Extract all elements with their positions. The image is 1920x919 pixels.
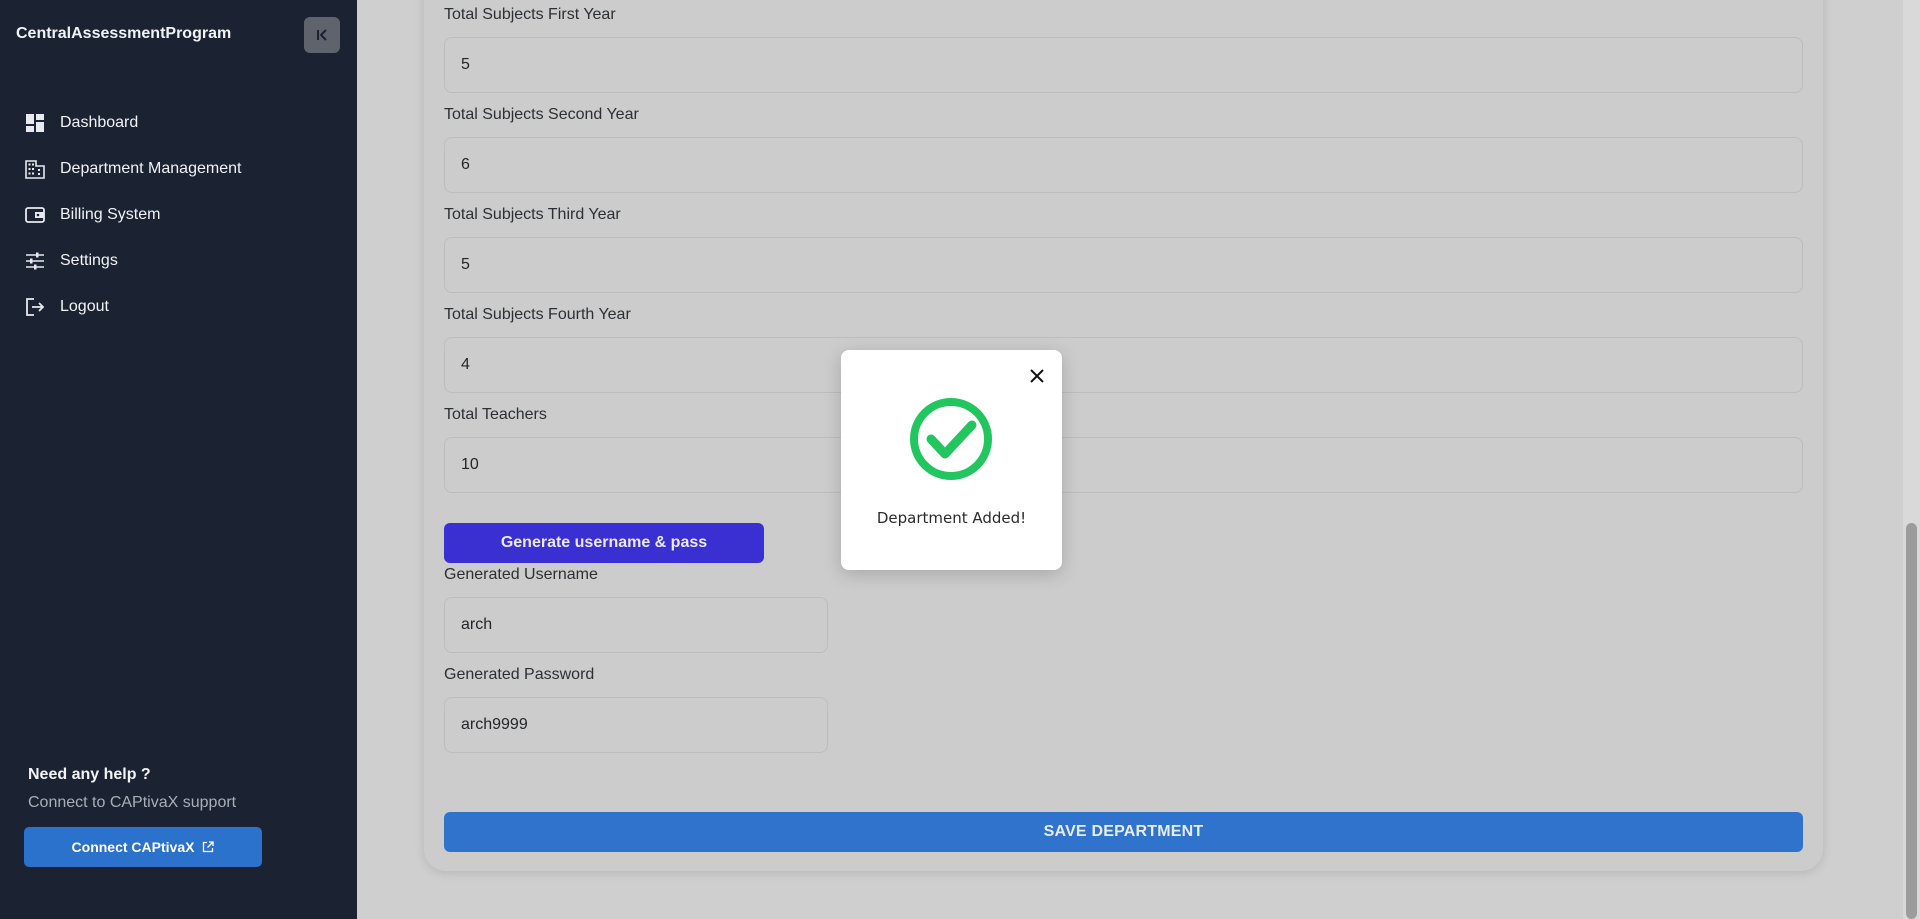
- success-check-icon: [910, 398, 992, 480]
- dashboard-icon: [25, 113, 45, 133]
- field-label-third-year: Total Subjects Third Year: [444, 206, 621, 223]
- field-label-username: Generated Username: [444, 566, 598, 583]
- third-year-subjects-input[interactable]: 5: [444, 237, 1803, 293]
- sidebar-item-billing-system[interactable]: Billing System: [0, 192, 357, 238]
- connect-support-button[interactable]: Connect CAPtivaX: [24, 827, 262, 867]
- connect-button-label: Connect CAPtivaX: [71, 839, 195, 855]
- first-year-subjects-input[interactable]: 5: [444, 37, 1803, 93]
- wallet-icon: [25, 205, 45, 225]
- sidebar-item-settings[interactable]: Settings: [0, 238, 357, 284]
- sliders-icon: [25, 251, 45, 271]
- sidebar-item-label: Dashboard: [60, 114, 139, 131]
- close-icon: [1030, 369, 1044, 383]
- sidebar-item-label: Logout: [60, 298, 109, 315]
- second-year-subjects-input[interactable]: 6: [444, 137, 1803, 193]
- success-dialog: Department Added!: [841, 350, 1062, 570]
- total-teachers-input[interactable]: 10: [444, 437, 1803, 493]
- sidebar-item-label: Department Management: [60, 160, 242, 177]
- logout-icon: [25, 297, 45, 317]
- generate-credentials-button[interactable]: Generate username & pass: [444, 523, 764, 563]
- sidebar-item-department-management[interactable]: Department Management: [0, 146, 357, 192]
- sidebar: CentralAssessmentProgram Dashboard Depar…: [0, 0, 357, 919]
- field-label-fourth-year: Total Subjects Fourth Year: [444, 306, 631, 323]
- generated-username-field[interactable]: arch: [444, 597, 828, 653]
- field-label-second-year: Total Subjects Second Year: [444, 106, 639, 123]
- sidebar-item-label: Billing System: [60, 206, 161, 223]
- help-subtitle: Connect to CAPtivaX support: [28, 794, 237, 811]
- dialog-message: Department Added!: [876, 509, 1027, 527]
- close-dialog-button[interactable]: [1025, 364, 1049, 388]
- external-link-icon: [203, 841, 215, 853]
- sidebar-item-dashboard[interactable]: Dashboard: [0, 100, 357, 146]
- field-label-first-year: Total Subjects First Year: [444, 6, 616, 23]
- scrollbar-thumb[interactable]: [1906, 523, 1917, 919]
- field-label-total-teachers: Total Teachers: [444, 406, 547, 423]
- save-department-button[interactable]: SAVE DEPARTMENT: [444, 812, 1803, 852]
- fourth-year-subjects-input[interactable]: 4: [444, 337, 1803, 393]
- sidebar-nav: Dashboard Department Management Billing …: [0, 100, 357, 330]
- generated-password-field[interactable]: arch9999: [444, 697, 828, 753]
- building-icon: [25, 159, 45, 179]
- help-title: Need any help ?: [28, 766, 151, 783]
- collapse-sidebar-button[interactable]: [304, 17, 340, 53]
- field-label-password: Generated Password: [444, 666, 595, 683]
- brand-title: CentralAssessmentProgram: [16, 25, 232, 42]
- sidebar-item-label: Settings: [60, 252, 118, 269]
- collapse-icon: [317, 29, 327, 41]
- sidebar-item-logout[interactable]: Logout: [0, 284, 357, 330]
- page-scrollbar[interactable]: [1903, 0, 1920, 919]
